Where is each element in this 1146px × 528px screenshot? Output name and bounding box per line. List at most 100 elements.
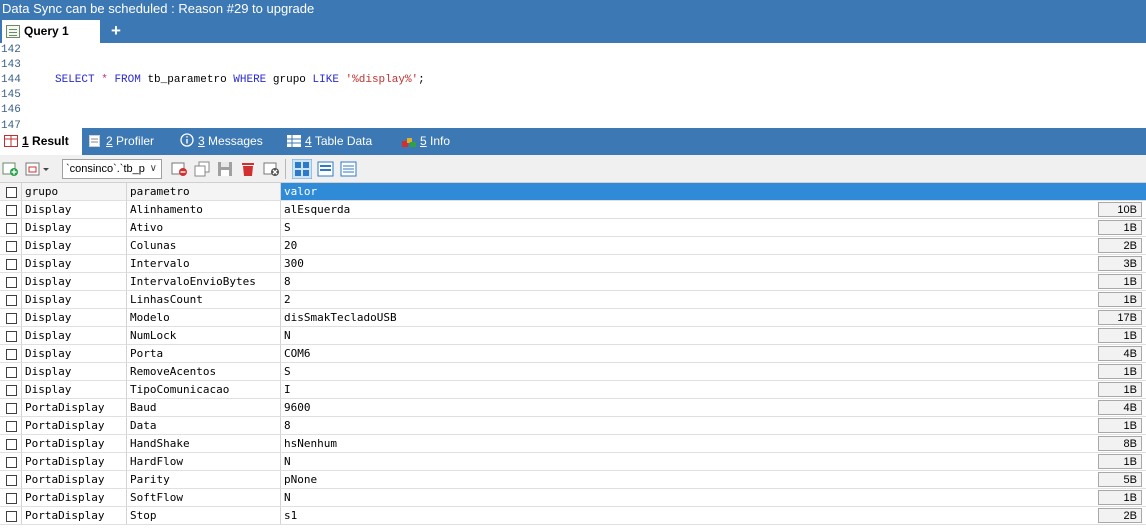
table-selector[interactable]: `consinco`.`tb_p ∨	[62, 159, 162, 179]
row-checkbox[interactable]	[6, 313, 17, 324]
value-size-button[interactable]: 8B	[1098, 436, 1142, 451]
row-select-cell[interactable]	[0, 381, 22, 399]
cell-grupo[interactable]: Display	[22, 327, 127, 345]
value-size-button[interactable]: 4B	[1098, 400, 1142, 415]
cell-valor[interactable]: hsNenhum 8B	[281, 435, 1146, 453]
table-row[interactable]: Display Intervalo 300 3B	[0, 255, 1146, 273]
value-size-button[interactable]: 1B	[1098, 418, 1142, 433]
save-icon[interactable]	[217, 161, 234, 177]
row-checkbox[interactable]	[6, 403, 17, 414]
row-select-cell[interactable]	[0, 255, 22, 273]
row-checkbox[interactable]	[6, 295, 17, 306]
row-checkbox[interactable]	[6, 205, 17, 216]
cell-valor[interactable]: disSmakTecladoUSB 17B	[281, 309, 1146, 327]
column-header-grupo[interactable]: grupo	[22, 183, 127, 201]
cell-grupo[interactable]: Display	[22, 273, 127, 291]
row-select-cell[interactable]	[0, 273, 22, 291]
cell-parametro[interactable]: HardFlow	[127, 453, 281, 471]
cell-grupo[interactable]: Display	[22, 201, 127, 219]
row-checkbox[interactable]	[6, 259, 17, 270]
cell-grupo[interactable]: Display	[22, 345, 127, 363]
row-select-cell[interactable]	[0, 435, 22, 453]
row-select-cell[interactable]	[0, 345, 22, 363]
cell-valor[interactable]: pNone 5B	[281, 471, 1146, 489]
column-header-valor[interactable]: valor	[281, 183, 1146, 201]
table-row[interactable]: PortaDisplay Baud 9600 4B	[0, 399, 1146, 417]
row-checkbox[interactable]	[6, 349, 17, 360]
value-size-button[interactable]: 2B	[1098, 508, 1142, 523]
table-row[interactable]: PortaDisplay HardFlow N 1B	[0, 453, 1146, 471]
select-all-checkbox[interactable]	[6, 187, 17, 198]
cell-grupo[interactable]: Display	[22, 309, 127, 327]
cell-parametro[interactable]: TipoComunicacao	[127, 381, 281, 399]
value-size-button[interactable]: 1B	[1098, 454, 1142, 469]
row-select-cell[interactable]	[0, 327, 22, 345]
cell-valor[interactable]: 2 1B	[281, 291, 1146, 309]
table-row[interactable]: Display LinhasCount 2 1B	[0, 291, 1146, 309]
duplicate-row-icon[interactable]	[171, 161, 188, 177]
cell-parametro[interactable]: Baud	[127, 399, 281, 417]
cell-parametro[interactable]: Stop	[127, 507, 281, 525]
select-all-cell[interactable]	[0, 183, 22, 201]
cell-grupo[interactable]: Display	[22, 255, 127, 273]
table-row[interactable]: Display NumLock N 1B	[0, 327, 1146, 345]
row-checkbox[interactable]	[6, 439, 17, 450]
row-select-cell[interactable]	[0, 291, 22, 309]
table-row[interactable]: Display Ativo S 1B	[0, 219, 1146, 237]
cell-parametro[interactable]: Parity	[127, 471, 281, 489]
table-row[interactable]: PortaDisplay Data 8 1B	[0, 417, 1146, 435]
cell-valor[interactable]: alEsquerda 10B	[281, 201, 1146, 219]
cell-parametro[interactable]: SoftFlow	[127, 489, 281, 507]
row-checkbox[interactable]	[6, 511, 17, 522]
cell-parametro[interactable]: Modelo	[127, 309, 281, 327]
cell-grupo[interactable]: PortaDisplay	[22, 489, 127, 507]
value-size-button[interactable]: 17B	[1098, 310, 1142, 325]
cell-parametro[interactable]: HandShake	[127, 435, 281, 453]
tab-table-data[interactable]: 4 Table Data	[287, 128, 372, 155]
cell-valor[interactable]: s1 2B	[281, 507, 1146, 525]
form-view-icon[interactable]	[317, 161, 334, 177]
row-checkbox[interactable]	[6, 493, 17, 504]
tab-profiler[interactable]: 2 Profiler	[88, 128, 154, 155]
column-header-parametro[interactable]: parametro	[127, 183, 281, 201]
cell-grupo[interactable]: Display	[22, 219, 127, 237]
table-row[interactable]: Display TipoComunicacao I 1B	[0, 381, 1146, 399]
row-select-cell[interactable]	[0, 363, 22, 381]
row-select-cell[interactable]	[0, 453, 22, 471]
cell-parametro[interactable]: Porta	[127, 345, 281, 363]
cell-valor[interactable]: COM6 4B	[281, 345, 1146, 363]
cell-valor[interactable]: I 1B	[281, 381, 1146, 399]
value-size-button[interactable]: 1B	[1098, 274, 1142, 289]
cell-parametro[interactable]: Ativo	[127, 219, 281, 237]
grid-view-icon[interactable]	[292, 159, 312, 179]
table-row[interactable]: PortaDisplay Stop s1 2B	[0, 507, 1146, 525]
row-select-cell[interactable]	[0, 489, 22, 507]
row-select-cell[interactable]	[0, 471, 22, 489]
delete-icon[interactable]	[240, 161, 257, 177]
row-checkbox[interactable]	[6, 421, 17, 432]
table-row[interactable]: Display Alinhamento alEsquerda 10B	[0, 201, 1146, 219]
cell-grupo[interactable]: PortaDisplay	[22, 507, 127, 525]
cell-parametro[interactable]: Alinhamento	[127, 201, 281, 219]
row-select-cell[interactable]	[0, 201, 22, 219]
cell-valor[interactable]: 300 3B	[281, 255, 1146, 273]
insert-menu-icon[interactable]	[25, 161, 51, 177]
sql-statement[interactable]: SELECT * FROM tb_parametro WHERE grupo L…	[55, 73, 425, 88]
cell-parametro[interactable]: Intervalo	[127, 255, 281, 273]
cell-grupo[interactable]: Display	[22, 363, 127, 381]
cell-parametro[interactable]: LinhasCount	[127, 291, 281, 309]
row-select-cell[interactable]	[0, 399, 22, 417]
tab-result[interactable]: 1 Result	[0, 128, 82, 155]
row-checkbox[interactable]	[6, 475, 17, 486]
text-view-icon[interactable]	[340, 161, 357, 177]
cell-valor[interactable]: N 1B	[281, 489, 1146, 507]
cell-valor[interactable]: 9600 4B	[281, 399, 1146, 417]
value-size-button[interactable]: 4B	[1098, 346, 1142, 361]
tab-query-1[interactable]: Query 1	[2, 20, 100, 43]
value-size-button[interactable]: 1B	[1098, 364, 1142, 379]
copy-rows-icon[interactable]	[194, 161, 211, 177]
cell-valor[interactable]: N 1B	[281, 327, 1146, 345]
cell-parametro[interactable]: Colunas	[127, 237, 281, 255]
cell-grupo[interactable]: Display	[22, 381, 127, 399]
row-select-cell[interactable]	[0, 417, 22, 435]
